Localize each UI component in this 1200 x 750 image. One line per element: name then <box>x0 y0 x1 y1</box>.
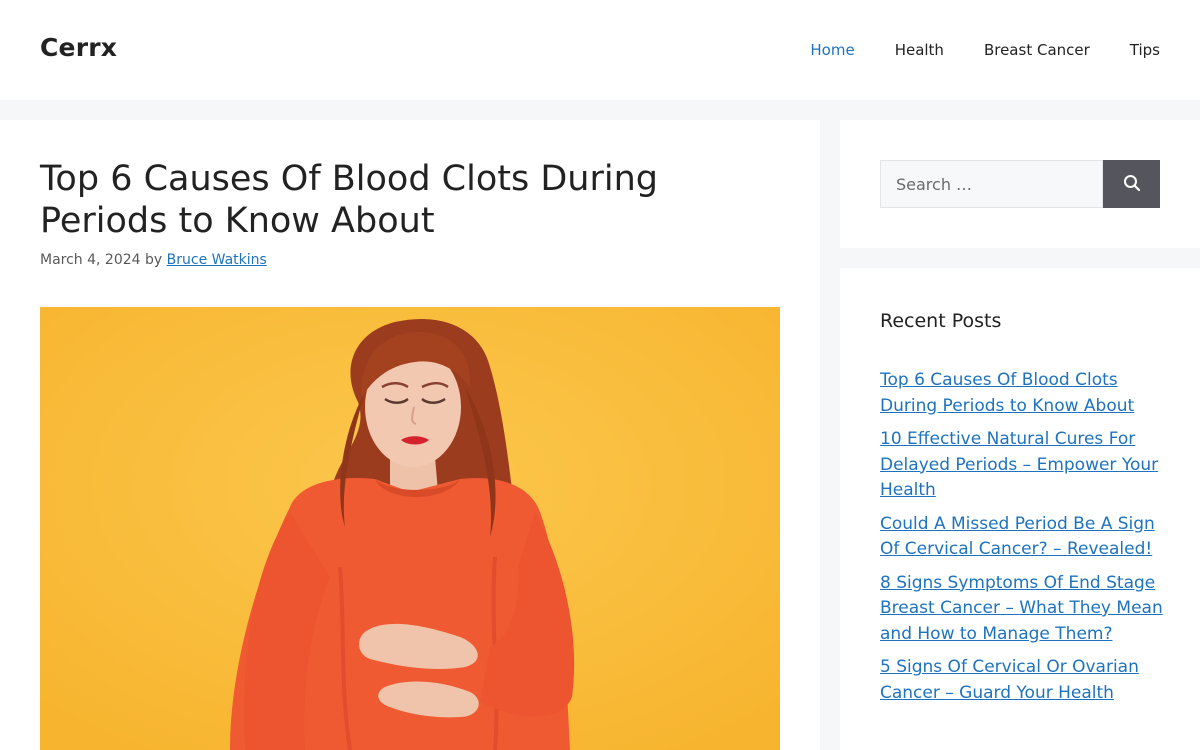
nav-item-tips[interactable]: Tips <box>1130 41 1160 59</box>
list-item: 10 Effective Natural Cures For Delayed P… <box>880 427 1165 504</box>
featured-image <box>40 307 780 750</box>
nav-item-health[interactable]: Health <box>895 41 944 59</box>
recent-post-link[interactable]: Could A Missed Period Be A Sign Of Cervi… <box>880 514 1155 560</box>
search-widget <box>840 120 1200 248</box>
main-navigation: Home Health Breast Cancer Tips <box>770 0 1160 100</box>
nav-item-home[interactable]: Home <box>810 41 854 59</box>
recent-post-link[interactable]: 8 Signs Symptoms Of End Stage Breast Can… <box>880 573 1163 644</box>
site-title[interactable]: Cerrx <box>40 33 117 62</box>
recent-post-link[interactable]: 10 Effective Natural Cures For Delayed P… <box>880 429 1158 500</box>
article-title: Top 6 Causes Of Blood Clots During Perio… <box>40 159 658 241</box>
article-content: Top 6 Causes Of Blood Clots During Perio… <box>0 120 820 750</box>
article-meta: March 4, 2024 by Bruce Watkins <box>40 252 267 268</box>
publish-date: March 4, 2024 <box>40 252 141 268</box>
recent-posts-list: Top 6 Causes Of Blood Clots During Perio… <box>880 368 1165 714</box>
list-item: Top 6 Causes Of Blood Clots During Perio… <box>880 368 1165 419</box>
nav-item-breast-cancer[interactable]: Breast Cancer <box>984 41 1090 59</box>
recent-posts-title: Recent Posts <box>880 310 1002 332</box>
search-button[interactable] <box>1103 160 1160 208</box>
byline-prefix: by <box>145 252 163 268</box>
author-link[interactable]: Bruce Watkins <box>167 252 267 268</box>
recent-posts-widget: Recent Posts Top 6 Causes Of Blood Clots… <box>840 268 1200 750</box>
list-item: Could A Missed Period Be A Sign Of Cervi… <box>880 512 1165 563</box>
search-input[interactable] <box>880 160 1103 208</box>
recent-post-link[interactable]: Top 6 Causes Of Blood Clots During Perio… <box>880 370 1134 416</box>
recent-post-link[interactable]: 5 Signs Of Cervical Or Ovarian Cancer – … <box>880 657 1139 703</box>
site-header: Cerrx Home Health Breast Cancer Tips <box>0 0 1200 100</box>
search-icon <box>1123 174 1141 195</box>
search-form <box>880 160 1160 208</box>
list-item: 5 Signs Of Cervical Or Ovarian Cancer – … <box>880 655 1165 706</box>
list-item: 8 Signs Symptoms Of End Stage Breast Can… <box>880 571 1165 648</box>
